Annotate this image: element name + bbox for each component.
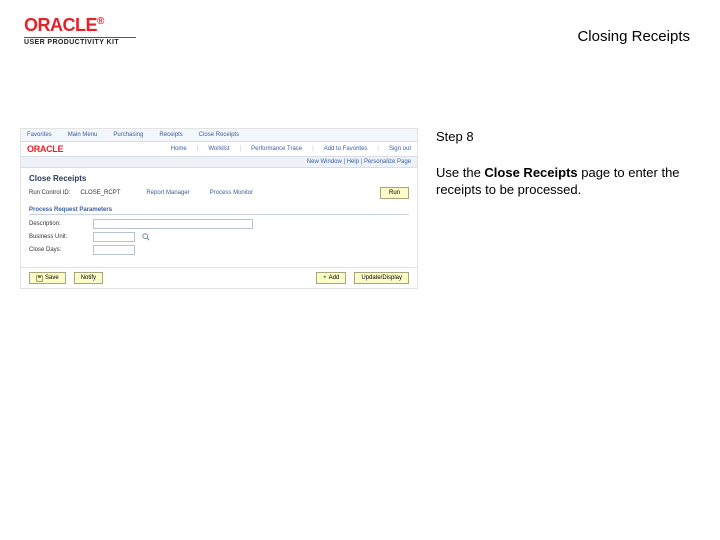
app-header: ORACLE Home| Worklist| Performance Trace… bbox=[21, 142, 417, 156]
app-topnav: Home| Worklist| Performance Trace| Add t… bbox=[171, 146, 411, 152]
nav-link[interactable]: Performance Trace bbox=[251, 146, 302, 152]
add-button-label: Add bbox=[329, 273, 340, 283]
page-action-link[interactable]: Help bbox=[347, 159, 359, 165]
close-days-input[interactable] bbox=[93, 245, 135, 255]
nav-link[interactable]: Add to Favorites bbox=[324, 146, 368, 152]
app-page-title: Close Receipts bbox=[29, 174, 86, 183]
report-manager-link[interactable]: Report Manager bbox=[146, 190, 189, 196]
notify-button[interactable]: Notify bbox=[74, 272, 103, 284]
screenshot-panel: Favorites Main Menu Purchasing Receipts … bbox=[20, 128, 418, 289]
param-label: Business Unit: bbox=[29, 234, 87, 240]
notify-button-label: Notify bbox=[81, 273, 96, 283]
process-monitor-link[interactable]: Process Monitor bbox=[210, 190, 253, 196]
nav-link[interactable]: Worklist bbox=[208, 146, 229, 152]
add-button[interactable]: + Add bbox=[316, 272, 346, 284]
save-icon bbox=[36, 275, 43, 282]
breadcrumb-item[interactable]: Purchasing bbox=[113, 132, 143, 138]
brand-block: ORACLE® USER PRODUCTIVITY KIT bbox=[24, 16, 136, 46]
instruction-panel: Step 8 Use the Close Receipts page to en… bbox=[436, 128, 700, 289]
instruction-bold: Close Receipts bbox=[484, 165, 577, 180]
runctl-value: CLOSE_RCPT bbox=[80, 190, 120, 196]
save-button[interactable]: Save bbox=[29, 272, 66, 284]
business-unit-input[interactable] bbox=[93, 232, 135, 242]
update-button[interactable]: Update/Display bbox=[354, 272, 409, 284]
app-brand-logo: ORACLE bbox=[27, 144, 63, 154]
param-row-close-days: Close Days: bbox=[29, 245, 409, 255]
breadcrumb-item[interactable]: Main Menu bbox=[68, 132, 98, 138]
param-label: Close Days: bbox=[29, 247, 87, 253]
nav-link[interactable]: Home bbox=[171, 146, 187, 152]
param-label: Description: bbox=[29, 221, 87, 227]
step-label: Step 8 bbox=[436, 128, 700, 146]
lookup-icon[interactable] bbox=[141, 232, 151, 242]
run-button[interactable]: Run bbox=[380, 187, 409, 199]
app-footer: Save Notify + Add Update/Display bbox=[21, 267, 417, 288]
page-action-link[interactable]: New Window bbox=[307, 159, 342, 165]
brand-subtitle: USER PRODUCTIVITY KIT bbox=[24, 39, 136, 46]
instruction-text: Use the Close Receipts page to enter the… bbox=[436, 164, 700, 199]
page-title: Closing Receipts bbox=[577, 28, 690, 45]
page-actions-strip: New Window | Help | Personalize Page bbox=[21, 156, 417, 168]
breadcrumb-item[interactable]: Favorites bbox=[27, 132, 52, 138]
plus-icon: + bbox=[323, 273, 327, 283]
param-row-business-unit: Business Unit: bbox=[29, 232, 409, 242]
instruction-text-before: Use the bbox=[436, 165, 484, 180]
app-page-title-block: Close Receipts bbox=[21, 168, 417, 187]
brand-divider bbox=[24, 37, 136, 38]
run-control-row: Run Control ID: CLOSE_RCPT Report Manage… bbox=[21, 187, 417, 205]
runctl-label: Run Control ID: bbox=[29, 190, 70, 196]
section-header: Process Request Parameters bbox=[29, 207, 409, 215]
nav-link[interactable]: Sign out bbox=[389, 146, 411, 152]
description-input[interactable] bbox=[93, 219, 253, 229]
save-button-label: Save bbox=[45, 273, 59, 283]
update-button-label: Update/Display bbox=[361, 273, 402, 283]
breadcrumb-bar: Favorites Main Menu Purchasing Receipts … bbox=[21, 129, 417, 142]
param-row-description: Description: bbox=[29, 219, 409, 229]
oracle-logo-text: ORACLE bbox=[24, 15, 97, 35]
app-window: Favorites Main Menu Purchasing Receipts … bbox=[20, 128, 418, 289]
breadcrumb-item[interactable]: Receipts bbox=[159, 132, 182, 138]
page-action-link[interactable]: Personalize Page bbox=[364, 159, 411, 165]
breadcrumb-item[interactable]: Close Receipts bbox=[199, 132, 239, 138]
oracle-logo: ORACLE® bbox=[24, 16, 136, 34]
parameters-grid: Description: Business Unit: Close Days: bbox=[21, 215, 417, 261]
